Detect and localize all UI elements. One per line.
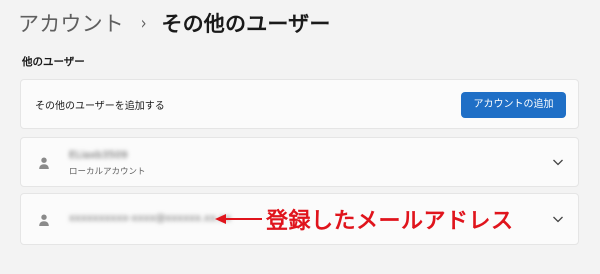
breadcrumb: アカウント › その他のユーザー: [18, 6, 331, 40]
add-user-label: その他のユーザーを追加する: [35, 101, 165, 112]
user-card[interactable]: ELiaxb3509 ローカルアカウント: [20, 137, 579, 187]
person-icon: [39, 214, 49, 226]
chevron-down-icon[interactable]: [552, 157, 564, 167]
user-email: xxxxxxxxxx-xxxx@xxxxxx.xx.xx: [69, 213, 231, 224]
person-icon: [39, 157, 49, 169]
annotation-label: 登録したメールアドレス: [266, 209, 514, 234]
breadcrumb-separator-icon: ›: [140, 12, 147, 34]
add-user-card: その他のユーザーを追加する アカウントの追加: [20, 79, 579, 129]
user-account-type: ローカルアカウント: [69, 167, 146, 177]
annotation-arrow-icon: [215, 214, 262, 224]
chevron-down-icon[interactable]: [552, 214, 564, 224]
page-title: その他のユーザー: [161, 12, 331, 36]
user-name: ELiaxb3509: [69, 150, 128, 161]
add-account-button[interactable]: アカウントの追加: [461, 92, 566, 118]
breadcrumb-parent[interactable]: アカウント: [18, 8, 124, 38]
section-heading: 他のユーザー: [22, 56, 85, 68]
